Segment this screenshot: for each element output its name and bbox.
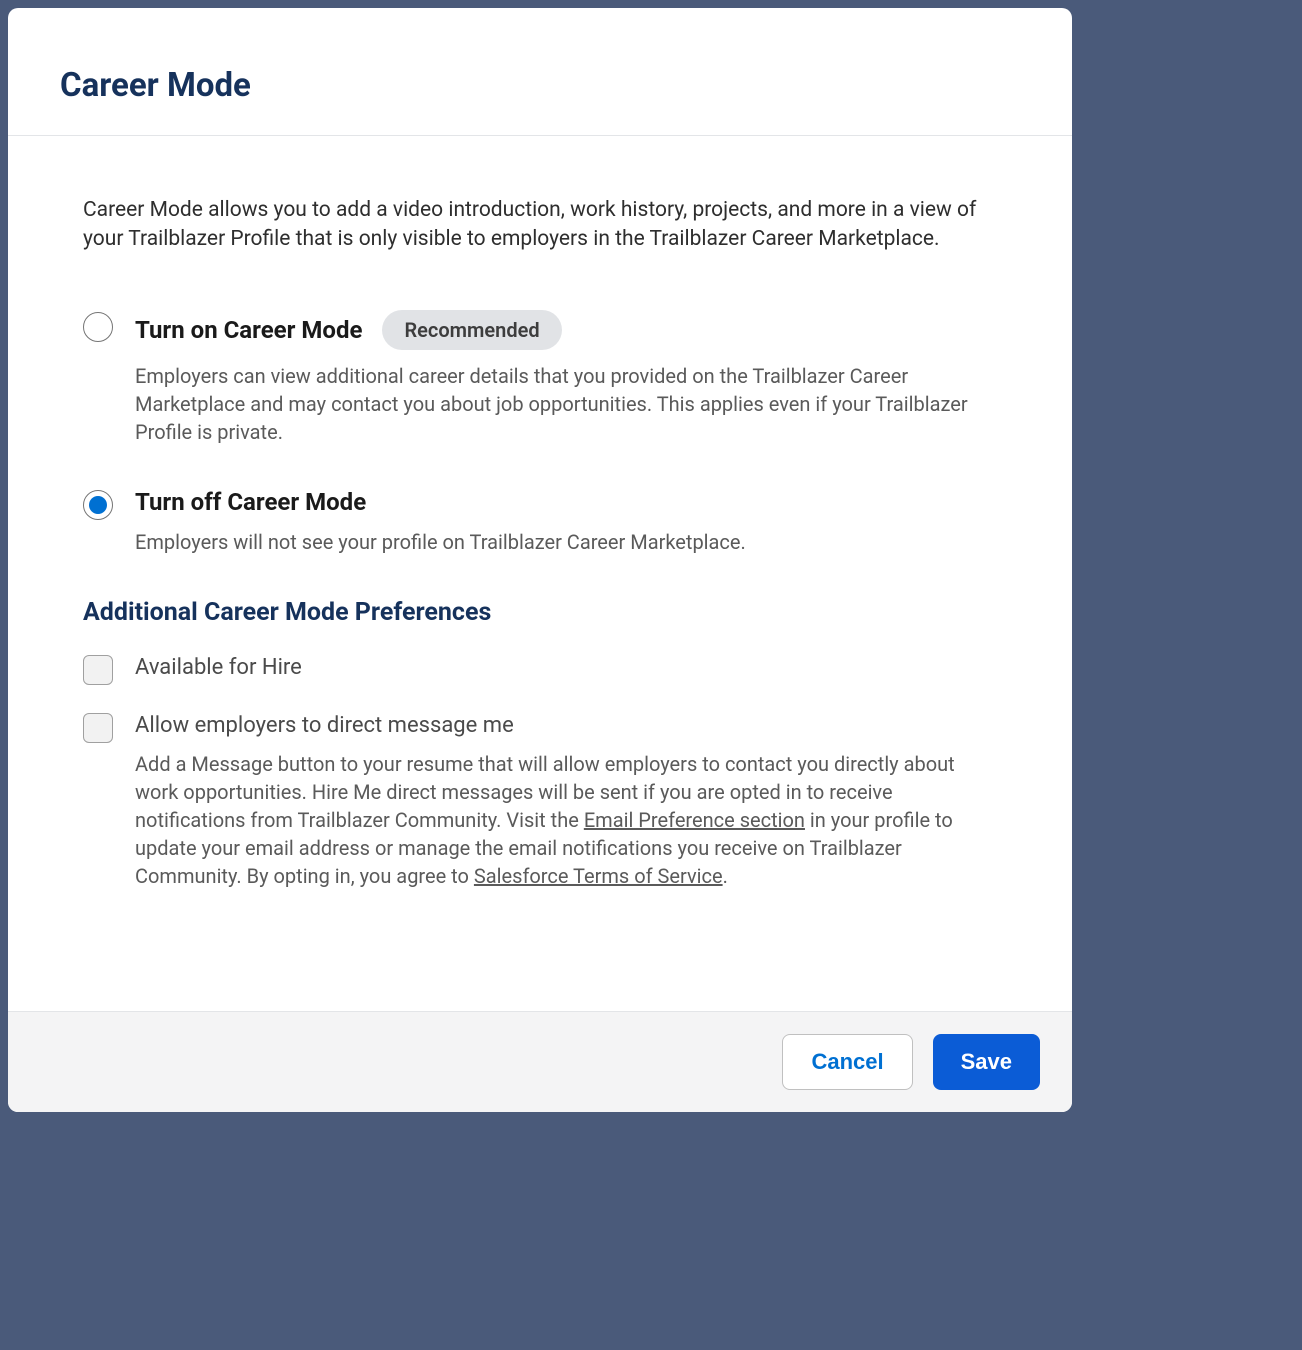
radio-label-row-on: Turn on Career Mode Recommended bbox=[135, 310, 997, 350]
checkbox-label-hire: Available for Hire bbox=[135, 655, 302, 680]
recommended-badge: Recommended bbox=[382, 310, 561, 350]
checkbox-available-for-hire[interactable] bbox=[83, 655, 113, 685]
radio-turn-on[interactable] bbox=[83, 312, 113, 342]
intro-text: Career Mode allows you to add a video in… bbox=[83, 196, 997, 255]
checkbox-content-hire: Available for Hire bbox=[135, 655, 997, 680]
radio-label-row-off: Turn off Career Mode bbox=[135, 488, 997, 516]
radio-content-off: Turn off Career Mode Employers will not … bbox=[135, 488, 997, 556]
radio-label-off: Turn off Career Mode bbox=[135, 488, 366, 516]
modal-body: Career Mode allows you to add a video in… bbox=[8, 136, 1072, 1011]
modal-footer: Cancel Save bbox=[8, 1011, 1072, 1112]
preferences-heading: Additional Career Mode Preferences bbox=[83, 598, 997, 627]
checkbox-desc-dm: Add a Message button to your resume that… bbox=[135, 750, 997, 890]
checkbox-content-dm: Allow employers to direct message me Add… bbox=[135, 713, 997, 890]
radio-desc-off: Employers will not see your profile on T… bbox=[135, 528, 997, 556]
cancel-button[interactable]: Cancel bbox=[782, 1034, 912, 1090]
checkbox-option-hire: Available for Hire bbox=[83, 655, 997, 685]
radio-label-on: Turn on Career Mode bbox=[135, 316, 362, 344]
modal-header: Career Mode bbox=[8, 8, 1072, 136]
email-preference-link[interactable]: Email Preference section bbox=[584, 808, 805, 832]
dm-desc-part3: . bbox=[723, 864, 728, 888]
checkbox-allow-dm[interactable] bbox=[83, 713, 113, 743]
radio-dot-icon bbox=[89, 496, 107, 514]
radio-content-on: Turn on Career Mode Recommended Employer… bbox=[135, 310, 997, 446]
radio-turn-off[interactable] bbox=[83, 490, 113, 520]
checkbox-option-dm: Allow employers to direct message me Add… bbox=[83, 713, 997, 890]
checkbox-label-dm: Allow employers to direct message me bbox=[135, 713, 514, 738]
radio-option-on: Turn on Career Mode Recommended Employer… bbox=[83, 310, 997, 446]
radio-option-off: Turn off Career Mode Employers will not … bbox=[83, 488, 997, 556]
terms-of-service-link[interactable]: Salesforce Terms of Service bbox=[474, 864, 723, 888]
career-mode-modal: Career Mode Career Mode allows you to ad… bbox=[8, 8, 1072, 1112]
save-button[interactable]: Save bbox=[933, 1034, 1040, 1090]
radio-desc-on: Employers can view additional career det… bbox=[135, 362, 997, 446]
modal-title: Career Mode bbox=[60, 66, 1020, 105]
